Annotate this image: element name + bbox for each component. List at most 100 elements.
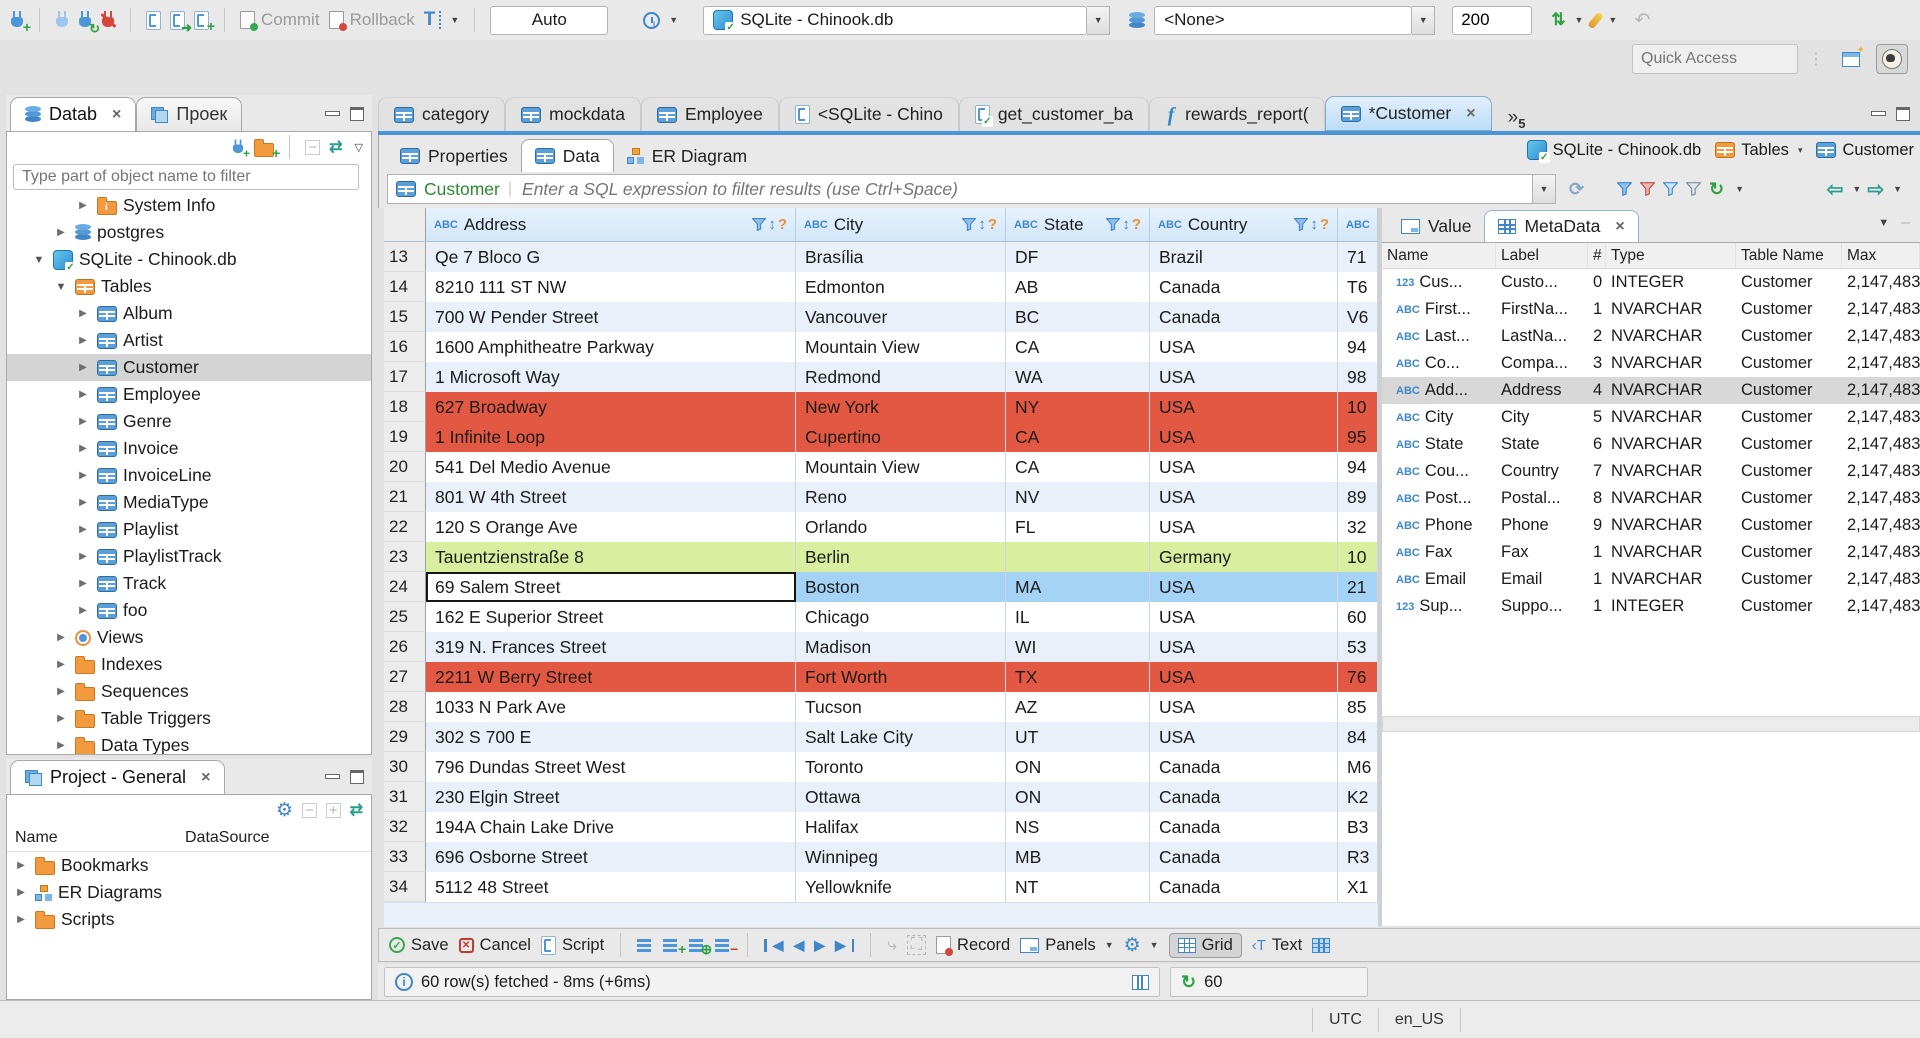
view-menu-icon[interactable]: ▽: [355, 141, 363, 154]
tree-item-datatypes[interactable]: ▶ Data Types: [7, 732, 371, 754]
editor-tab-sqlitechino[interactable]: <SQLite - Chino: [778, 97, 959, 131]
row-number-cell[interactable]: 30: [384, 752, 426, 782]
row-number-cell[interactable]: 31: [384, 782, 426, 812]
tree-item-invoiceline[interactable]: ▶ InvoiceLine: [7, 462, 371, 489]
metadata-row[interactable]: ABC State State 6 NVARCHAR Customer 2,147,483: [1382, 431, 1920, 458]
grid-cell[interactable]: USA: [1150, 362, 1338, 392]
new-folder-icon[interactable]: +: [254, 138, 280, 160]
grid-cell[interactable]: Cupertino: [796, 422, 1006, 452]
grid-cell[interactable]: CA: [1006, 422, 1150, 452]
metadata-cell[interactable]: Email: [1496, 566, 1588, 593]
auto-refresh-icon[interactable]: ↻: [1709, 179, 1724, 200]
tree-item-sequences[interactable]: ▶ Sequences: [7, 678, 371, 705]
grid-cell[interactable]: 796 Dundas Street West: [426, 752, 796, 782]
settings-gear-icon[interactable]: ⚙: [276, 799, 293, 822]
grid-cell[interactable]: Mountain View: [796, 332, 1006, 362]
row-number-cell[interactable]: 17: [384, 362, 426, 392]
tree-collapsed-icon[interactable]: ▶: [75, 524, 91, 535]
sql-editor-icon[interactable]: [146, 10, 161, 30]
new-sql-editor-icon[interactable]: +: [194, 10, 215, 33]
minimize-editor-icon[interactable]: [1871, 111, 1886, 117]
column-header-city[interactable]: ABC City ↕?: [796, 208, 1006, 241]
breadcrumb-item-tables[interactable]: Tables ▾: [1715, 141, 1802, 160]
metadata-cell[interactable]: 2,147,483: [1842, 485, 1920, 512]
grid-cell[interactable]: 84: [1338, 722, 1378, 752]
metadata-cell[interactable]: NVARCHAR: [1606, 431, 1736, 458]
auto-refresh-dropdown[interactable]: ▼: [1735, 184, 1744, 194]
duplicate-row-icon[interactable]: ⊕: [689, 938, 712, 956]
panels-button[interactable]: Panels ▼: [1020, 936, 1114, 955]
column-header-state[interactable]: ABC State ↕?: [1006, 208, 1150, 241]
metadata-cell[interactable]: 5: [1588, 404, 1606, 431]
row-number-cell[interactable]: 34: [384, 872, 426, 902]
tree-expanded-icon[interactable]: ▼: [53, 281, 69, 293]
grid-cell[interactable]: Canada: [1150, 302, 1338, 332]
tree-collapsed-icon[interactable]: ▶: [53, 632, 69, 643]
compare-button[interactable]: ▼: [1587, 11, 1617, 29]
grid-cell[interactable]: 32: [1338, 512, 1378, 542]
metadata-cell[interactable]: Customer: [1736, 458, 1842, 485]
tree-collapsed-icon[interactable]: ▶: [75, 416, 91, 427]
metadata-column-header-label[interactable]: Label: [1496, 243, 1588, 268]
metadata-cell[interactable]: NVARCHAR: [1606, 323, 1736, 350]
tree-item-playlisttrack[interactable]: ▶ PlaylistTrack: [7, 543, 371, 570]
metadata-column-header-type[interactable]: Type: [1606, 243, 1736, 268]
close-icon[interactable]: ×: [201, 769, 210, 787]
row-number-cell[interactable]: 23: [384, 542, 426, 572]
editor-tab-mockdata[interactable]: mockdata: [505, 97, 641, 131]
grid-cell[interactable]: 76: [1338, 662, 1378, 692]
row-number-cell[interactable]: 27: [384, 662, 426, 692]
grid-cell[interactable]: Halifax: [796, 812, 1006, 842]
tree-collapsed-icon[interactable]: ▶: [53, 659, 69, 670]
close-icon[interactable]: ×: [1615, 218, 1624, 236]
collapse-all-icon[interactable]: −: [302, 802, 317, 818]
metadata-name-cell[interactable]: ABC First...: [1382, 296, 1496, 323]
metadata-cell[interactable]: NVARCHAR: [1606, 485, 1736, 512]
minimize-panel-icon[interactable]: –: [1901, 214, 1910, 232]
metadata-row[interactable]: ABC City City 5 NVARCHAR Customer 2,147,483: [1382, 404, 1920, 431]
metadata-cell[interactable]: Customer: [1736, 296, 1842, 323]
grid-cell[interactable]: CA: [1006, 452, 1150, 482]
tree-item-sqlitechinookdb[interactable]: ▼ ✓ SQLite - Chinook.db: [7, 246, 371, 273]
close-icon[interactable]: ×: [112, 106, 121, 124]
custom-filter-icon[interactable]: [1686, 182, 1701, 196]
tree-item-track[interactable]: ▶ Track: [7, 570, 371, 597]
grid-cell[interactable]: 85: [1338, 692, 1378, 722]
row-number-cell[interactable]: 19: [384, 422, 426, 452]
metadata-cell[interactable]: 1: [1588, 566, 1606, 593]
metadata-cell[interactable]: INTEGER: [1606, 593, 1736, 620]
metadata-cell[interactable]: 2,147,483: [1842, 593, 1920, 620]
sort-hint-icon[interactable]: ?: [778, 216, 787, 233]
column-header-name[interactable]: Name: [7, 829, 185, 847]
grid-cell[interactable]: NY: [1006, 392, 1150, 422]
tree-collapsed-icon[interactable]: ▶: [75, 578, 91, 589]
grid-cell[interactable]: 1600 Amphitheatre Parkway: [426, 332, 796, 362]
transaction-mode-button[interactable]: T ▼: [424, 10, 459, 29]
metadata-name-cell[interactable]: ABC City: [1382, 404, 1496, 431]
row-number-cell[interactable]: 33: [384, 842, 426, 872]
tree-collapsed-icon[interactable]: ▶: [75, 362, 91, 373]
metadata-cell[interactable]: Customer: [1736, 323, 1842, 350]
grid-cell[interactable]: BC: [1006, 302, 1150, 332]
metadata-cell[interactable]: 1: [1588, 296, 1606, 323]
tree-collapsed-icon[interactable]: ▶: [53, 740, 69, 751]
tree-collapsed-icon[interactable]: ▶: [13, 914, 29, 925]
maximize-view-icon[interactable]: [350, 769, 364, 784]
grid-cell[interactable]: Orlando: [796, 512, 1006, 542]
metadata-cell[interactable]: NVARCHAR: [1606, 350, 1736, 377]
grid-cell[interactable]: Yellowknife: [796, 872, 1006, 902]
metadata-cell[interactable]: NVARCHAR: [1606, 566, 1736, 593]
row-number-cell[interactable]: 18: [384, 392, 426, 422]
grid-cell[interactable]: Madison: [796, 632, 1006, 662]
tree-collapsed-icon[interactable]: ▶: [75, 470, 91, 481]
tree-item-mediatype[interactable]: ▶ MediaType: [7, 489, 371, 516]
metadata-cell[interactable]: 3: [1588, 350, 1606, 377]
grid-cell[interactable]: Canada: [1150, 752, 1338, 782]
grid-cell[interactable]: Redmond: [796, 362, 1006, 392]
editor-tab-rewardsreport[interactable]: f rewards_report(: [1149, 97, 1325, 131]
grid-cell[interactable]: X1: [1338, 872, 1378, 902]
grid-cell[interactable]: Qe 7 Bloco G: [426, 242, 796, 272]
grid-cell[interactable]: USA: [1150, 422, 1338, 452]
row-number-cell[interactable]: 24: [384, 572, 426, 602]
metadata-cell[interactable]: Customer: [1736, 566, 1842, 593]
